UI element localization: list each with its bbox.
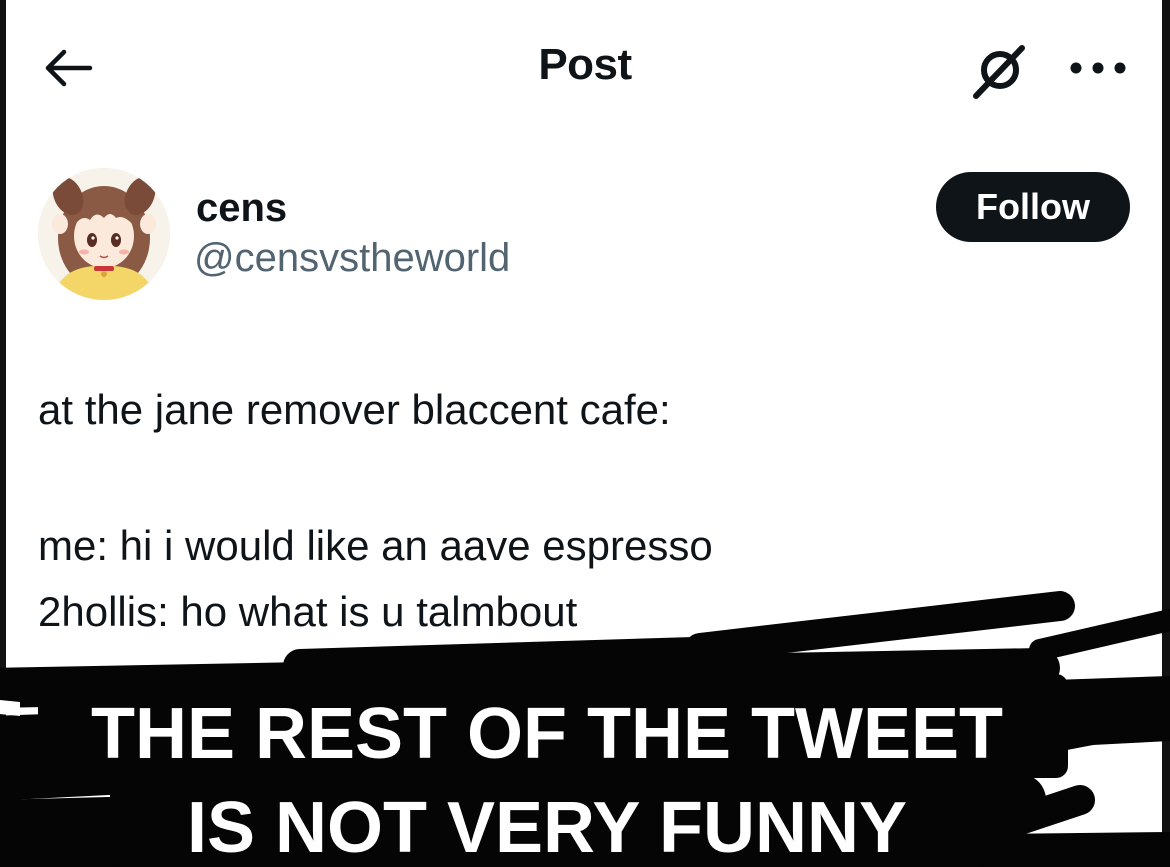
display-name[interactable]: cens (196, 186, 287, 231)
post-screen: Post cens @censvstheworld Follow at the … (0, 0, 1170, 867)
more-horizontal-icon (1070, 62, 1126, 74)
tweet-text-line: me: hi i would like an aave espresso (38, 522, 713, 569)
more-button[interactable] (1058, 48, 1138, 88)
grok-icon (973, 45, 1025, 99)
avatar[interactable] (38, 168, 170, 300)
anime-avatar-image (38, 168, 170, 300)
grok-button[interactable] (966, 44, 1030, 100)
user-handle[interactable]: @censvstheworld (194, 236, 510, 281)
caption-line-1: THE REST OF THE TWEET (91, 694, 1003, 774)
tweet-text-line: at the jane remover blaccent cafe: (38, 386, 671, 433)
follow-button[interactable]: Follow (936, 172, 1130, 242)
caption-line-2: IS NOT VERY FUNNY (186, 788, 908, 867)
